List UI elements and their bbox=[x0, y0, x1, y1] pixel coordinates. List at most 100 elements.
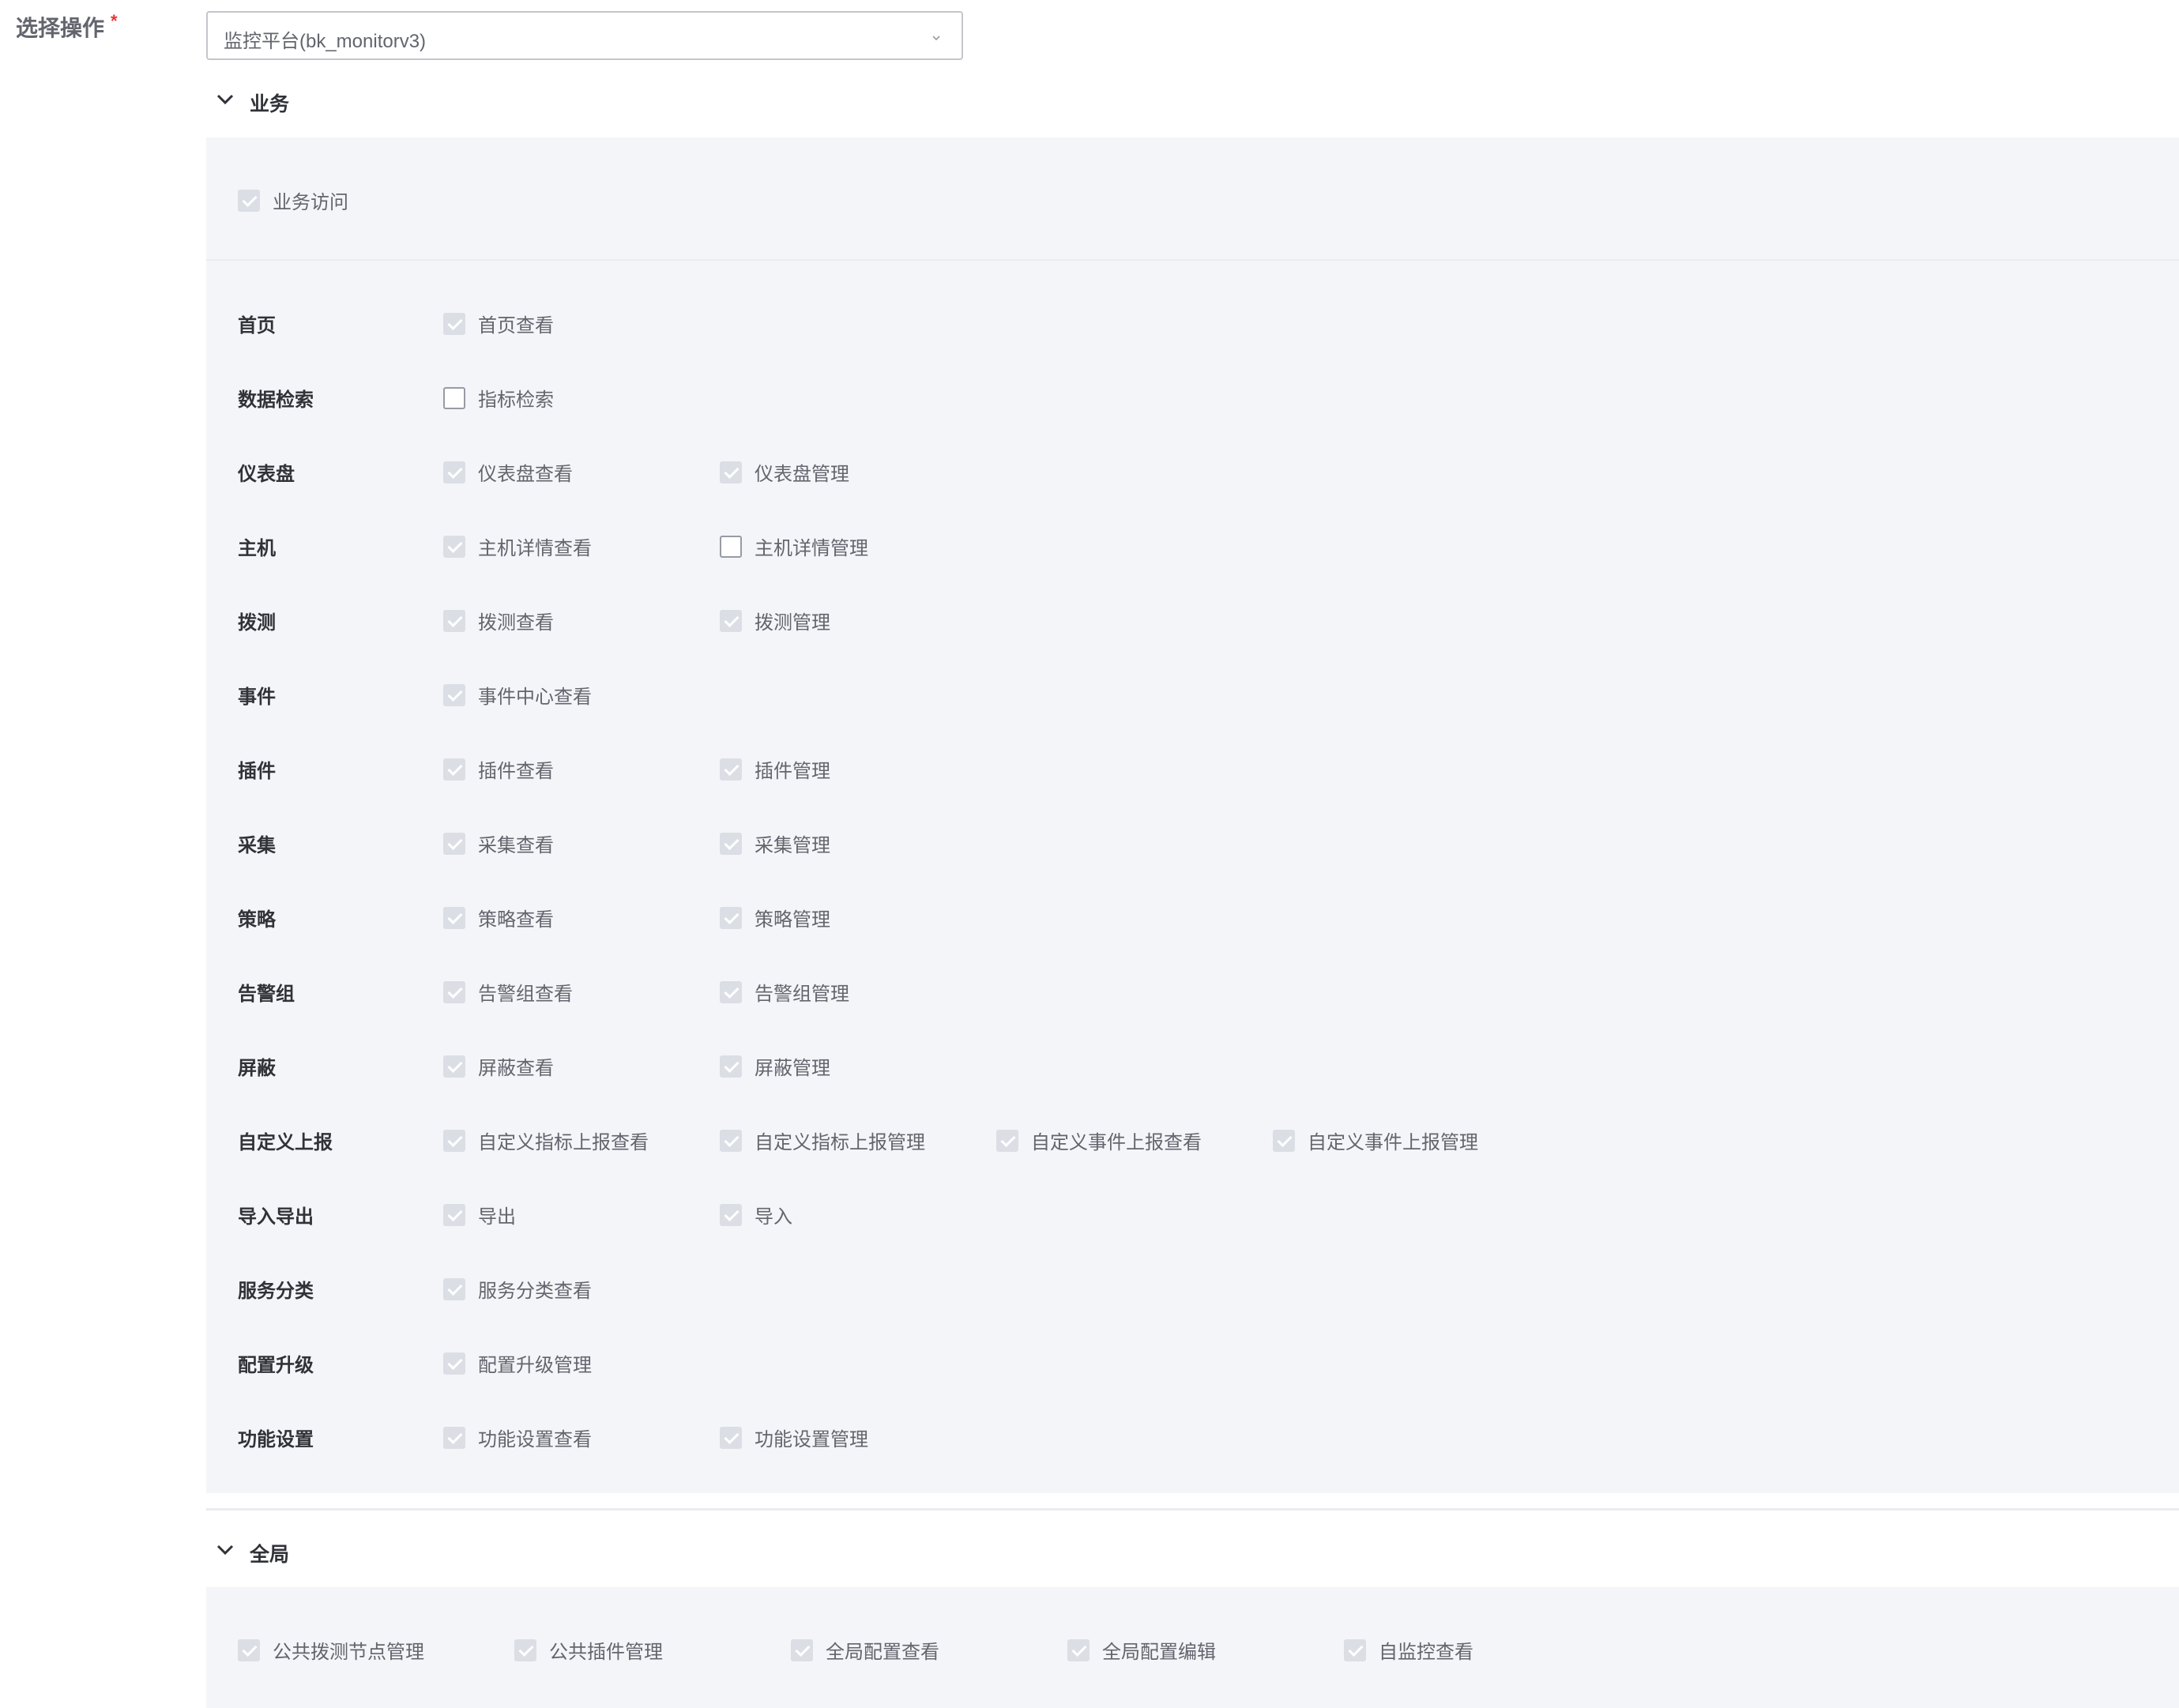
checkbox-label: 仪表盘管理 bbox=[755, 464, 849, 485]
permission-checkbox[interactable]: 自定义事件上报查看 bbox=[996, 1127, 1202, 1154]
business-access-checkbox[interactable]: 业务访问 bbox=[238, 186, 348, 214]
permission-row-label: 屏蔽 bbox=[238, 1058, 276, 1079]
permission-row-label: 功能设置 bbox=[238, 1429, 314, 1450]
checkbox-checked-icon bbox=[443, 758, 465, 781]
checkbox-label: 配置升级管理 bbox=[478, 1355, 592, 1376]
chevron-down-icon bbox=[216, 1544, 234, 1556]
global-permission-checkbox[interactable]: 自监控查看 bbox=[1344, 1636, 1473, 1664]
permission-checkbox[interactable]: 屏蔽管理 bbox=[720, 1052, 830, 1080]
checkbox-checked-icon bbox=[720, 980, 742, 1003]
permission-checkbox[interactable]: 仪表盘管理 bbox=[720, 458, 849, 486]
permission-checkbox[interactable]: 功能设置管理 bbox=[720, 1424, 868, 1451]
checkbox-checked-icon bbox=[720, 1426, 742, 1449]
permission-checkbox[interactable]: 自定义指标上报管理 bbox=[720, 1127, 925, 1154]
global-group-toggle[interactable]: 全局 bbox=[213, 1536, 371, 1567]
business-group-title: 业务 bbox=[250, 93, 290, 115]
checkbox-checked-icon bbox=[443, 1277, 465, 1300]
permission-checkbox[interactable]: 服务分类查看 bbox=[443, 1275, 592, 1303]
checkbox-checked-icon bbox=[720, 758, 742, 781]
business-group-toggle[interactable]: 业务 bbox=[213, 85, 371, 117]
permission-checkbox[interactable]: 主机详情查看 bbox=[443, 532, 592, 560]
permission-checkbox[interactable]: 拨测管理 bbox=[720, 607, 830, 634]
business-panel: 业务访问 首页 首页查看 数据检索 指标检索 仪表盘 仪表盘查看 仪表盘管理 主机 主机详情查看… bbox=[206, 137, 2179, 1493]
checkbox-checked-icon bbox=[1273, 1129, 1295, 1152]
checkbox-checked-icon bbox=[1344, 1638, 1366, 1661]
permission-checkbox[interactable]: 自定义指标上报查看 bbox=[443, 1127, 649, 1154]
checkbox-label: 全局配置查看 bbox=[826, 1642, 939, 1663]
global-permission-checkbox[interactable]: 全局配置编辑 bbox=[1067, 1636, 1216, 1664]
checkbox-label: 屏蔽管理 bbox=[755, 1058, 830, 1079]
checkbox-checked-icon bbox=[443, 1129, 465, 1152]
checkbox-checked-icon bbox=[443, 832, 465, 855]
checkbox-label: 告警组查看 bbox=[478, 984, 573, 1005]
permission-checkbox[interactable]: 告警组查看 bbox=[443, 978, 573, 1006]
permission-row-label: 告警组 bbox=[238, 984, 295, 1005]
checkbox-label: 导入 bbox=[755, 1206, 792, 1228]
permission-checkbox[interactable]: 事件中心查看 bbox=[443, 681, 592, 709]
permission-checkbox[interactable]: 策略管理 bbox=[720, 904, 830, 931]
permission-checkbox[interactable]: 采集管理 bbox=[720, 830, 830, 857]
checkbox-checked-icon bbox=[443, 535, 465, 558]
permission-checkbox[interactable]: 仪表盘查看 bbox=[443, 458, 573, 486]
global-permission-checkbox[interactable]: 全局配置查看 bbox=[791, 1636, 939, 1664]
checkbox-checked-icon bbox=[443, 980, 465, 1003]
checkbox-label: 首页查看 bbox=[478, 315, 554, 337]
global-permission-checkbox[interactable]: 公共插件管理 bbox=[514, 1636, 663, 1664]
permission-checkbox[interactable]: 自定义事件上报管理 bbox=[1273, 1127, 1478, 1154]
permission-checkbox[interactable]: 屏蔽查看 bbox=[443, 1052, 554, 1080]
checkbox-label: 功能设置管理 bbox=[755, 1429, 868, 1450]
global-panel: 公共拨测节点管理 公共插件管理 全局配置查看 全局配置编辑 自监控查看 bbox=[206, 1587, 2179, 1708]
permission-row-label: 配置升级 bbox=[238, 1355, 314, 1376]
permission-checkbox[interactable]: 采集查看 bbox=[443, 830, 554, 857]
checkbox-label: 拨测查看 bbox=[478, 612, 554, 634]
checkbox-checked-icon bbox=[720, 832, 742, 855]
checkbox-checked-icon bbox=[443, 1055, 465, 1078]
checkbox-checked-icon bbox=[443, 683, 465, 706]
permission-checkbox[interactable]: 指标检索 bbox=[443, 384, 554, 412]
checkbox-checked-icon bbox=[720, 1203, 742, 1226]
checkbox-label: 全局配置编辑 bbox=[1102, 1642, 1216, 1663]
permission-checkbox[interactable]: 导入 bbox=[720, 1201, 792, 1228]
checkbox-checked-icon bbox=[720, 906, 742, 929]
checkbox-unchecked-icon bbox=[443, 386, 465, 409]
checkbox-checked-icon bbox=[996, 1129, 1018, 1152]
permission-checkbox[interactable]: 策略查看 bbox=[443, 904, 554, 931]
chevron-down-icon bbox=[216, 94, 234, 105]
checkbox-label: 导出 bbox=[478, 1206, 516, 1228]
permission-checkbox[interactable]: 配置升级管理 bbox=[443, 1349, 592, 1377]
checkbox-label: 自定义事件上报管理 bbox=[1308, 1132, 1478, 1153]
form-label: 选择操作 * bbox=[16, 11, 118, 43]
permission-row-label: 首页 bbox=[238, 315, 276, 337]
chevron-down-icon bbox=[932, 36, 940, 41]
checkbox-label: 主机详情查看 bbox=[478, 538, 592, 559]
checkbox-label: 屏蔽查看 bbox=[478, 1058, 554, 1079]
checkbox-checked-icon bbox=[720, 461, 742, 483]
required-mark: * bbox=[111, 11, 118, 31]
system-select-value: 监控平台(bk_monitorv3) bbox=[224, 31, 427, 52]
checkbox-checked-icon bbox=[443, 1203, 465, 1226]
permission-checkbox[interactable]: 告警组管理 bbox=[720, 978, 849, 1006]
system-select[interactable]: 监控平台(bk_monitorv3) bbox=[206, 11, 963, 60]
checkbox-checked-icon bbox=[443, 1352, 465, 1375]
checkbox-label: 功能设置查看 bbox=[478, 1429, 592, 1450]
checkbox-label: 主机详情管理 bbox=[755, 538, 868, 559]
permission-row-label: 自定义上报 bbox=[238, 1132, 333, 1153]
permission-checkbox[interactable]: 功能设置查看 bbox=[443, 1424, 592, 1451]
permission-row-label: 插件 bbox=[238, 761, 276, 782]
permission-row-label: 仪表盘 bbox=[238, 464, 295, 485]
form-label-text: 选择操作 bbox=[16, 16, 105, 40]
divider bbox=[206, 259, 2179, 261]
checkbox-label: 策略管理 bbox=[755, 909, 830, 931]
checkbox-label: 事件中心查看 bbox=[478, 687, 592, 708]
permission-checkbox[interactable]: 插件管理 bbox=[720, 755, 830, 783]
permission-row-label: 采集 bbox=[238, 835, 276, 856]
permission-checkbox[interactable]: 拨测查看 bbox=[443, 607, 554, 634]
permission-checkbox[interactable]: 插件查看 bbox=[443, 755, 554, 783]
checkbox-label: 自监控查看 bbox=[1379, 1642, 1473, 1663]
permission-form: 选择操作 * 监控平台(bk_monitorv3) 业务 业务访问 首页 首页查看数… bbox=[0, 0, 2179, 1708]
permission-checkbox[interactable]: 主机详情管理 bbox=[720, 532, 868, 560]
global-permission-checkbox[interactable]: 公共拨测节点管理 bbox=[238, 1636, 424, 1664]
permission-checkbox[interactable]: 首页查看 bbox=[443, 310, 554, 337]
checkbox-label: 采集管理 bbox=[755, 835, 830, 856]
permission-checkbox[interactable]: 导出 bbox=[443, 1201, 516, 1228]
